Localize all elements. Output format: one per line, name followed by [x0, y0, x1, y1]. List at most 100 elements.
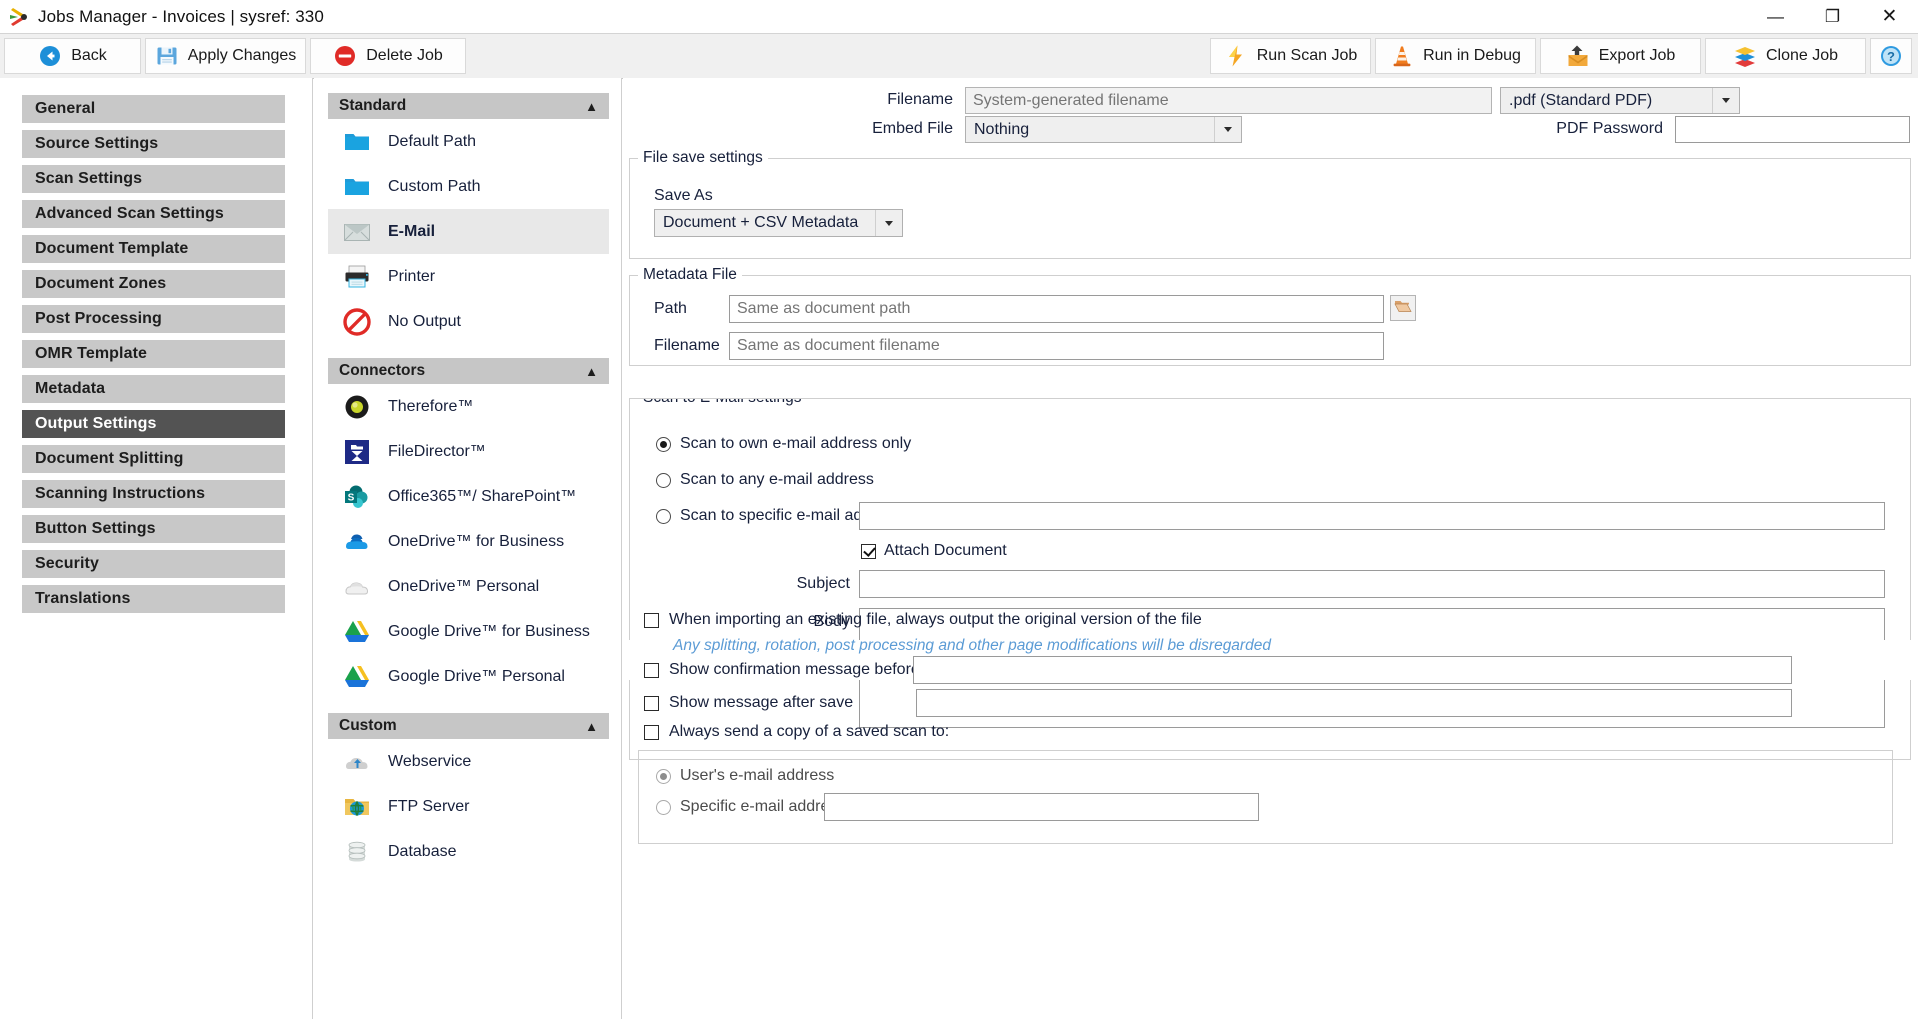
output-item-therefore[interactable]: Therefore™	[328, 384, 609, 429]
output-item-label: Custom Path	[388, 177, 481, 195]
sidebar-item-advanced-scan-settings[interactable]: Advanced Scan Settings	[22, 200, 285, 228]
group-title: Custom	[339, 717, 397, 734]
chevron-up-double-icon[interactable]: ▲	[585, 720, 598, 733]
sidebar-item-document-template[interactable]: Document Template	[22, 235, 285, 263]
sidebar-item-post-processing[interactable]: Post Processing	[22, 305, 285, 333]
close-button[interactable]: ✕	[1861, 0, 1918, 33]
output-item-label: Database	[388, 842, 457, 860]
sidebar-item-metadata[interactable]: Metadata	[22, 375, 285, 403]
metadata-file-group: Metadata File Path Filename	[629, 266, 1911, 366]
sidebar-item-scan-settings[interactable]: Scan Settings	[22, 165, 285, 193]
chevron-up-double-icon[interactable]: ▲	[585, 100, 598, 113]
message-after-save-input[interactable]	[916, 689, 1792, 717]
output-item-default-path[interactable]: Default Path	[328, 119, 609, 164]
delete-job-label: Delete Job	[366, 47, 443, 64]
output-item-webservice[interactable]: Webservice	[328, 739, 609, 784]
run-in-debug-label: Run in Debug	[1423, 47, 1521, 64]
output-item-label: Google Drive™ Personal	[388, 667, 565, 685]
radio-users-email-address[interactable]	[656, 768, 671, 784]
metadata-path-browse-button[interactable]	[1390, 295, 1416, 321]
run-in-debug-button[interactable]: Run in Debug	[1375, 38, 1536, 74]
radio-scan-own-email-label: Scan to own e-mail address only	[680, 435, 912, 452]
output-item-database[interactable]: Database	[328, 829, 609, 874]
envelope-icon	[342, 217, 372, 247]
radio-scan-specific-email[interactable]	[656, 508, 671, 524]
export-job-label: Export Job	[1598, 47, 1676, 64]
sidebar-item-label: Document Template	[35, 240, 189, 257]
sidebar-item-translations[interactable]: Translations	[22, 585, 285, 613]
sidebar-item-scanning-instructions[interactable]: Scanning Instructions	[22, 480, 285, 508]
layers-stack-icon	[1733, 44, 1757, 68]
group-header-standard[interactable]: Standard ▲	[328, 93, 609, 119]
output-settings-form: Filename .pdf (Standard PDF) Embed File …	[623, 78, 1918, 1019]
subject-input[interactable]	[859, 570, 1885, 598]
sidebar-item-label: Metadata	[35, 380, 106, 397]
save-as-combo[interactable]: Document + CSV Metadata	[654, 209, 903, 237]
attach-document-checkbox[interactable]	[861, 543, 876, 559]
sidebar-item-label: Scanning Instructions	[35, 485, 206, 502]
delete-job-button[interactable]: Delete Job	[310, 38, 466, 74]
back-button[interactable]: Back	[4, 38, 141, 74]
radio-specific-email-address[interactable]	[656, 799, 671, 815]
output-item-onedrive-personal[interactable]: OneDrive™ Personal	[328, 564, 609, 609]
group-header-connectors[interactable]: Connectors ▲	[328, 358, 609, 384]
minimize-button[interactable]: —	[1747, 0, 1804, 33]
file-format-value: .pdf (Standard PDF)	[1509, 91, 1653, 109]
embed-file-combo[interactable]: Nothing	[965, 116, 1242, 143]
metadata-path-input[interactable]	[729, 295, 1384, 323]
cloud-upload-icon	[342, 747, 372, 777]
sidebar-item-output-settings[interactable]: Output Settings	[22, 410, 285, 438]
attach-document-label: Attach Document	[884, 542, 1007, 559]
output-item-google-drive-personal[interactable]: Google Drive™ Personal	[328, 654, 609, 699]
chevron-up-double-icon[interactable]: ▲	[585, 365, 598, 378]
clone-job-button[interactable]: Clone Job	[1705, 38, 1866, 74]
output-item-onedrive-business[interactable]: OneDrive™ for Business	[328, 519, 609, 564]
jobs-manager-window: Jobs Manager - Invoices | sysref: 330 — …	[0, 0, 1918, 1019]
output-item-printer[interactable]: Printer	[328, 254, 609, 299]
run-scan-job-label: Run Scan Job	[1256, 47, 1358, 64]
ftp-globe-folder-icon	[342, 792, 372, 822]
always-send-copy-checkbox[interactable]	[644, 724, 659, 740]
sidebar-item-security[interactable]: Security	[22, 550, 285, 578]
sidebar-item-general[interactable]: General	[22, 95, 285, 123]
confirm-before-save-checkbox[interactable]	[644, 662, 659, 678]
specific-email-input[interactable]	[859, 502, 1885, 530]
filename-input[interactable]	[965, 87, 1492, 114]
sidebar-item-source-settings[interactable]: Source Settings	[22, 130, 285, 158]
chevron-down-icon[interactable]	[1214, 117, 1241, 142]
output-item-filedirector[interactable]: FileDirector™	[328, 429, 609, 474]
help-button[interactable]: ?	[1870, 38, 1912, 74]
subject-label: Subject	[796, 575, 850, 592]
output-item-email[interactable]: E-Mail	[328, 209, 609, 254]
specific-copy-email-input[interactable]	[824, 793, 1259, 821]
output-item-no-output[interactable]: No Output	[328, 299, 609, 344]
metadata-file-legend: Metadata File	[638, 266, 742, 284]
metadata-filename-input[interactable]	[729, 332, 1384, 360]
sidebar-item-document-splitting[interactable]: Document Splitting	[22, 445, 285, 473]
run-scan-job-button[interactable]: Run Scan Job	[1210, 38, 1371, 74]
radio-scan-any-email[interactable]	[656, 472, 671, 488]
group-header-custom[interactable]: Custom ▲	[328, 713, 609, 739]
output-item-google-drive-business[interactable]: Google Drive™ for Business	[328, 609, 609, 654]
chevron-down-icon[interactable]	[1712, 88, 1739, 113]
folder-open-icon	[1394, 298, 1412, 319]
sidebar-item-document-zones[interactable]: Document Zones	[22, 270, 285, 298]
output-item-ftp-server[interactable]: FTP Server	[328, 784, 609, 829]
confirm-before-save-input[interactable]	[913, 656, 1792, 684]
file-format-combo[interactable]: .pdf (Standard PDF)	[1500, 87, 1740, 114]
sidebar-item-button-settings[interactable]: Button Settings	[22, 515, 285, 543]
pdf-password-input[interactable]	[1675, 116, 1910, 143]
delete-circle-icon	[333, 44, 357, 68]
chevron-down-icon[interactable]	[875, 210, 902, 236]
sidebar-item-omr-template[interactable]: OMR Template	[22, 340, 285, 368]
original-version-checkbox[interactable]	[644, 612, 659, 628]
export-job-button[interactable]: Export Job	[1540, 38, 1701, 74]
apply-changes-button[interactable]: Apply Changes	[145, 38, 306, 74]
restore-button[interactable]: ❐	[1804, 0, 1861, 33]
message-after-save-checkbox[interactable]	[644, 695, 659, 711]
output-item-custom-path[interactable]: Custom Path	[328, 164, 609, 209]
database-cylinder-icon	[342, 837, 372, 867]
radio-scan-own-email[interactable]	[656, 436, 671, 452]
output-item-office365-sharepoint[interactable]: S Office365™/ SharePoint™	[328, 474, 609, 519]
